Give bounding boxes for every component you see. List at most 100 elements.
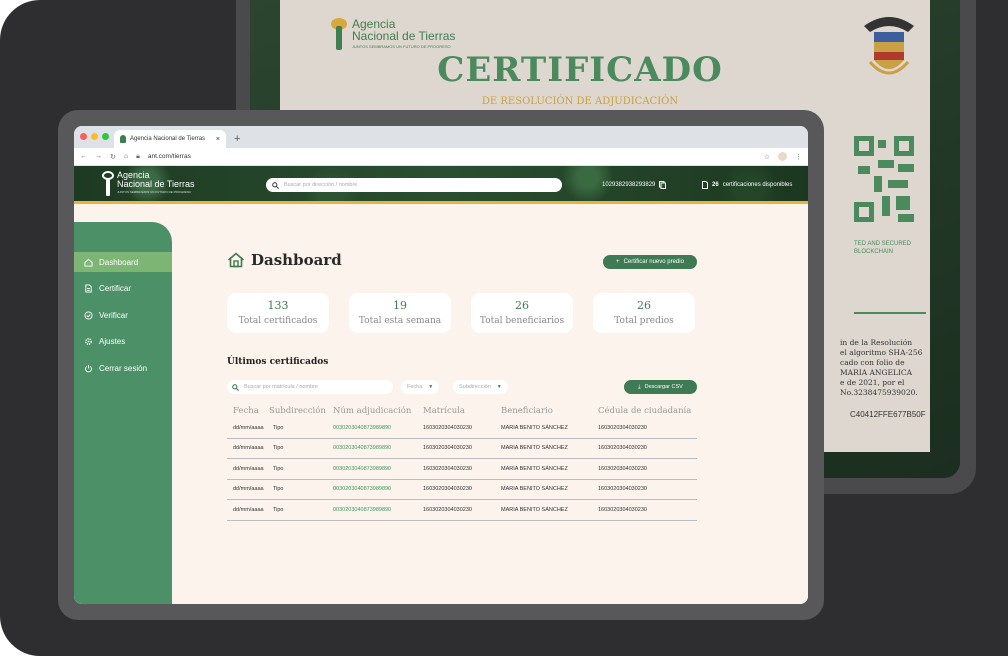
- table-search-input[interactable]: Buscar por matrícula / nombre: [227, 380, 393, 394]
- stat-card: 133 Total certificados: [227, 293, 329, 333]
- url-field[interactable]: ant.com/tierras: [148, 153, 191, 160]
- new-tab-button[interactable]: +: [234, 133, 240, 145]
- table-row[interactable]: dd/mm/aaaa Tipo 0030203040873989890 1603…: [227, 418, 697, 439]
- cell-subdirection: Tipo: [273, 424, 284, 431]
- profile-avatar[interactable]: [778, 152, 787, 161]
- browser-tab[interactable]: Agencia Nacional de Tierras ×: [114, 130, 226, 148]
- address-bar: ← → ↻ ⌂ 🔒︎ ant.com/tierras ☆ ⋮: [74, 148, 808, 166]
- cell-adjudication-link[interactable]: 0030203040873989890: [333, 507, 423, 513]
- cell-subdirection: Tipo: [273, 486, 284, 493]
- download-csv-button[interactable]: ⤓ Descargar CSV: [624, 380, 697, 394]
- browser-window: Agencia Nacional de Tierras × + ← → ↻ ⌂ …: [74, 126, 808, 604]
- column-header[interactable]: Fecha: [227, 406, 269, 416]
- cell-id-number: 1603020304030230: [598, 445, 647, 452]
- certify-button-label: Certificar nuevo predio: [623, 259, 684, 265]
- stat-card: 19 Total esta semana: [349, 293, 451, 333]
- table-row[interactable]: dd/mm/aaaa Tipo 0030203040873989890 1603…: [227, 439, 697, 459]
- app-logo[interactable]: Agencia Nacional de Tierras JUNTOS SEMBR…: [102, 171, 195, 197]
- certificate-title: CERTIFICADO: [437, 50, 723, 90]
- subdirection-filter-select[interactable]: Subdirección ▼: [453, 380, 508, 394]
- search-icon: [272, 181, 279, 189]
- certificate-logo-tagline: JUNTOS SEMBRAMOS UN FUTURO DE PROGRESO: [352, 44, 451, 49]
- table-row[interactable]: dd/mm/aaaa Tipo 0030203040873989890 1603…: [227, 480, 697, 500]
- certificate-logo-name-2: Nacional de Tierras: [352, 29, 456, 43]
- copy-icon[interactable]: [659, 181, 667, 189]
- close-tab-icon[interactable]: ×: [216, 136, 220, 143]
- menu-kebab-icon[interactable]: ⋮: [795, 153, 802, 161]
- cell-id-number: 1603020304030230: [598, 465, 647, 472]
- cell-beneficiary: MARIA BENITO SÁNCHEZ: [501, 445, 568, 452]
- table-row[interactable]: dd/mm/aaaa Tipo 0030203040873989890 1603…: [227, 500, 697, 521]
- lock-icon: 🔒︎: [136, 152, 140, 160]
- sidebar-item-cerrar-sesion[interactable]: Cerrar sesión: [74, 358, 172, 378]
- certificate-body-text: in de la Resolución el algoritmo SHA-256…: [840, 338, 923, 397]
- home-browser-icon[interactable]: ⌂: [124, 153, 128, 160]
- close-window-button[interactable]: [80, 133, 87, 140]
- back-arrow-icon[interactable]: ←: [80, 153, 87, 160]
- home-icon: [227, 252, 245, 268]
- table-search-placeholder: Buscar por matrícula / nombre: [244, 384, 318, 390]
- stat-label: Total esta semana: [358, 316, 442, 326]
- maximize-window-button[interactable]: [102, 133, 109, 140]
- stat-value: 26: [637, 299, 651, 312]
- sidebar-item-certificar[interactable]: Certificar: [74, 279, 172, 299]
- star-icon[interactable]: ☆: [764, 153, 770, 161]
- favicon-icon: [120, 135, 126, 143]
- stat-label: Total predios: [614, 316, 674, 326]
- stat-value: 26: [515, 299, 529, 312]
- certify-new-property-button[interactable]: + Certificar nuevo predio: [603, 255, 697, 269]
- cell-registration: 1603020304030230: [423, 486, 472, 493]
- cell-id-number: 1603020304030230: [598, 424, 647, 431]
- stat-label: Total certificados: [238, 316, 318, 326]
- table-row[interactable]: dd/mm/aaaa Tipo 0030203040873989890 1603…: [227, 459, 697, 480]
- stat-value: 133: [267, 299, 289, 312]
- sidebar: Dashboard Certificar Verificar Ajustes C…: [74, 222, 172, 604]
- cell-id-number: 1603020304030230: [598, 486, 647, 493]
- check-circle-icon: [84, 310, 93, 320]
- filters-bar: Buscar por matrícula / nombre Fecha ▼ Su…: [227, 380, 697, 394]
- section-title: Últimos certificados: [227, 357, 329, 367]
- cell-registration: 1603020304030230: [423, 465, 472, 472]
- column-header[interactable]: Beneficiario: [501, 406, 598, 416]
- plus-icon: +: [616, 259, 620, 265]
- stat-label: Total beneficiarios: [479, 316, 565, 326]
- sidebar-item-ajustes[interactable]: Ajustes: [74, 332, 172, 352]
- app-body: Dashboard Certificar Verificar Ajustes C…: [74, 204, 808, 604]
- download-csv-label: Descargar CSV: [644, 384, 683, 390]
- reload-icon[interactable]: ↻: [110, 153, 116, 161]
- app-logo-name-2: Nacional de Tierras: [117, 179, 195, 189]
- sidebar-item-verificar[interactable]: Verificar: [74, 305, 172, 325]
- column-header[interactable]: Subdirección: [269, 406, 333, 416]
- cell-adjudication-link[interactable]: 0030203040873989890: [333, 445, 423, 451]
- cell-adjudication-link[interactable]: 0030203040873989890: [333, 486, 423, 492]
- forward-arrow-icon[interactable]: →: [95, 153, 102, 160]
- ant-logo-icon: [102, 171, 114, 197]
- stats-row: 133 Total certificados 19 Total esta sem…: [227, 293, 695, 333]
- sidebar-item-label: Ajustes: [99, 337, 126, 346]
- date-filter-label: Fecha: [407, 384, 423, 390]
- header-search-input[interactable]: Buscar por dirección / nombre: [266, 178, 562, 192]
- sidebar-item-dashboard[interactable]: Dashboard: [74, 252, 172, 272]
- available-certifications: 26 certificaciones disponibles: [702, 181, 792, 189]
- available-label: certificaciones disponibles: [722, 182, 793, 188]
- account-id-value: 1029382938293829: [602, 182, 656, 188]
- column-header[interactable]: Cédula de ciudadanía: [598, 406, 697, 416]
- minimize-window-button[interactable]: [91, 133, 98, 140]
- stat-value: 19: [393, 299, 407, 312]
- cell-beneficiary: MARIA BENITO SÁNCHEZ: [501, 465, 568, 472]
- cell-registration: 1603020304030230: [423, 506, 472, 513]
- sidebar-item-label: Dashboard: [99, 257, 139, 267]
- sidebar-item-label: Certificar: [99, 284, 132, 293]
- column-header[interactable]: Núm adjudicación: [333, 406, 423, 416]
- cell-beneficiary: MARIA BENITO SÁNCHEZ: [501, 486, 568, 493]
- app-logo-tagline: JUNTOS SEMBRAMOS UN FUTURO DE PROGRESO: [117, 190, 191, 194]
- tab-title: Agencia Nacional de Tierras: [130, 136, 206, 142]
- column-header[interactable]: Matrícula: [423, 406, 501, 416]
- date-filter-select[interactable]: Fecha ▼: [401, 380, 440, 394]
- chevron-down-icon: ▼: [496, 384, 502, 390]
- cell-date: dd/mm/aaaa: [233, 465, 264, 472]
- cell-adjudication-link[interactable]: 0030203040873989890: [333, 425, 423, 431]
- cell-adjudication-link[interactable]: 0030203040873989890: [333, 466, 423, 472]
- app-header: Agencia Nacional de Tierras JUNTOS SEMBR…: [74, 166, 808, 204]
- certificate-logo: Agencia Nacional de Tierras JUNTOS SEMBR…: [330, 18, 455, 52]
